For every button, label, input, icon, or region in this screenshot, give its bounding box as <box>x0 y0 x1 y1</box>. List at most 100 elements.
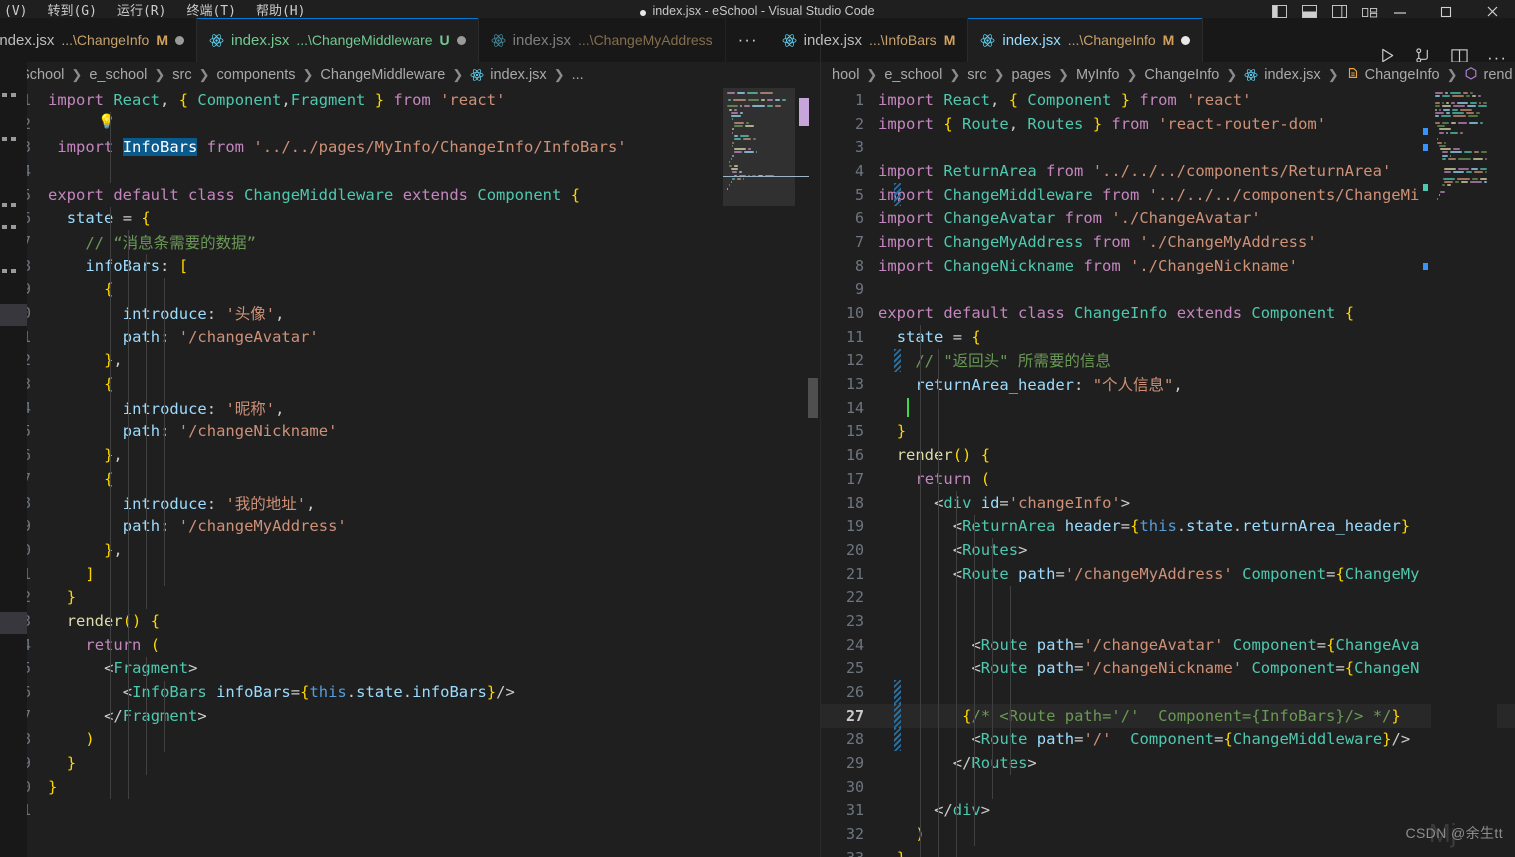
code-line[interactable]: 8 import ChangeNickname from './ChangeNic… <box>820 254 1515 278</box>
explorer-row[interactable] <box>0 282 27 304</box>
code-line[interactable]: 26 <InfoBars infoBars={this.state.infoBa… <box>0 680 820 704</box>
editor-group-divider[interactable] <box>820 18 821 857</box>
code-line[interactable]: 4 import ReturnArea from '../../../compon… <box>820 159 1515 183</box>
breadcrumb-item-file[interactable]: index.jsx <box>468 67 548 83</box>
toggle-secondary-sidebar-icon[interactable] <box>1332 5 1347 18</box>
breadcrumb-item[interactable]: hool <box>830 67 861 83</box>
tab-infobars[interactable]: index.jsx ...\InfoBars M <box>770 18 969 62</box>
code-line[interactable]: 17 return ( <box>820 467 1515 491</box>
code-line[interactable]: 29 } <box>0 751 820 775</box>
code-line[interactable]: 15 path: '/changeNickname' <box>0 420 820 444</box>
code-line[interactable]: 24 <Route path='/changeAvatar' Component… <box>820 633 1515 657</box>
code-line[interactable]: 13 { <box>0 372 820 396</box>
code-line[interactable]: 11 state = { <box>820 325 1515 349</box>
code-line[interactable]: 28 ) <box>0 728 820 752</box>
code-line[interactable]: 4 <box>0 159 820 183</box>
quick-fix-lightbulb-icon[interactable]: 💡 <box>98 115 115 129</box>
menu-item-run[interactable]: 运行(R) <box>117 5 166 18</box>
tab-unsaved-dot-icon[interactable] <box>457 36 466 45</box>
menu-item-terminal[interactable]: 终端(T) <box>186 5 235 18</box>
breadcrumb-item[interactable]: MyInfo <box>1074 67 1122 83</box>
code-line[interactable]: 5 import ChangeMiddleware from '../../../… <box>820 183 1515 207</box>
explorer-row[interactable] <box>0 480 27 502</box>
code-line[interactable]: 25 <Fragment> <box>0 657 820 681</box>
explorer-row[interactable] <box>0 458 27 480</box>
code-line[interactable]: 27 </Fragment> <box>0 704 820 728</box>
tab-changeinfo-right[interactable]: index.jsx ...\ChangeInfo M <box>968 18 1203 62</box>
breadcrumb-item[interactable]: ChangeMiddleware <box>318 67 447 83</box>
code-line[interactable]: 1import React, { Component,Fragment } fr… <box>0 88 820 112</box>
customize-layout-icon[interactable] <box>1362 7 1378 18</box>
breadcrumb-item[interactable]: e_school <box>87 67 149 83</box>
toggle-panel-icon[interactable] <box>1302 5 1317 18</box>
explorer-row[interactable] <box>0 524 27 546</box>
code-line[interactable]: 7 // “消息条需要的数据” <box>0 230 820 254</box>
code-line[interactable]: 19 <ReturnArea header={this.state.return… <box>820 514 1515 538</box>
code-line[interactable]: 33 } <box>820 846 1515 857</box>
explorer-row[interactable] <box>0 326 27 348</box>
explorer-row[interactable] <box>0 172 27 194</box>
explorer-row[interactable] <box>0 414 27 436</box>
explorer-row[interactable] <box>0 546 27 568</box>
minimap-slider[interactable] <box>723 88 795 206</box>
maximize-button[interactable] <box>1423 0 1469 18</box>
code-line[interactable]: 19 path: '/changeMyAddress' <box>0 514 820 538</box>
tab-changeinfo-left[interactable]: index.jsx ...\ChangeInfo M <box>0 18 197 62</box>
code-line[interactable]: 3 <box>820 135 1515 159</box>
breadcrumb-item-file[interactable]: index.jsx <box>1242 67 1322 83</box>
code-line[interactable]: 12 }, <box>0 349 820 373</box>
menu-item-goto[interactable]: 转到(G) <box>47 5 96 18</box>
code-line[interactable]: 17 { <box>0 467 820 491</box>
minimap-right[interactable]: Mj <box>1431 88 1497 857</box>
explorer-row[interactable] <box>0 568 27 590</box>
code-line[interactable]: 1 import React, { Component } from 'react… <box>820 88 1515 112</box>
code-line[interactable]: 23 <box>820 609 1515 633</box>
editor-pane-right[interactable]: 1 import React, { Component } from 'react… <box>820 88 1515 857</box>
code-line[interactable]: 21 <Route path='/changeMyAddress' Compon… <box>820 562 1515 586</box>
code-line[interactable]: 18 <div id='changeInfo'> <box>820 491 1515 515</box>
code-line[interactable]: 26 <box>820 680 1515 704</box>
explorer-row[interactable] <box>0 128 27 150</box>
code-line[interactable]: 14 <box>820 396 1515 420</box>
code-line[interactable]: 21 ] <box>0 562 820 586</box>
menu-item-view[interactable]: (V) <box>4 5 27 18</box>
explorer-row-selected[interactable] <box>0 304 27 326</box>
code-line[interactable]: 6 state = { <box>0 206 820 230</box>
window-controls[interactable] <box>1377 0 1515 18</box>
code-line[interactable]: 15 } <box>820 420 1515 444</box>
code-line[interactable]: 13 returnArea_header: "个人信息", <box>820 372 1515 396</box>
code-line[interactable]: 8 infoBars: [ <box>0 254 820 278</box>
menu-bar[interactable]: (V) 转到(G) 运行(R) 终端(T) 帮助(H) <box>0 5 305 18</box>
explorer-row[interactable] <box>0 370 27 392</box>
close-button[interactable] <box>1469 0 1515 18</box>
toggle-primary-sidebar-icon[interactable] <box>1272 5 1287 18</box>
breadcrumb-item[interactable]: e_school <box>882 67 944 83</box>
explorer-row[interactable] <box>0 150 27 172</box>
code-line[interactable]: 2💡 <box>0 112 820 136</box>
breadcrumb-item[interactable]: ChangeInfo <box>1142 67 1221 83</box>
explorer-row[interactable] <box>0 238 27 260</box>
code-line[interactable]: 30 <box>820 775 1515 799</box>
code-content-left[interactable]: 1import React, { Component,Fragment } fr… <box>0 88 820 857</box>
code-line[interactable]: 16 }, <box>0 443 820 467</box>
code-line[interactable]: 22 } <box>0 585 820 609</box>
breadcrumb-item[interactable]: src <box>170 67 193 83</box>
layout-controls[interactable] <box>1272 0 1378 18</box>
breadcrumb-item[interactable]: components <box>215 67 298 83</box>
code-line[interactable]: 31 </div> <box>820 799 1515 823</box>
breadcrumb-item[interactable]: pages <box>1010 67 1054 83</box>
code-content-right[interactable]: 1 import React, { Component } from 'react… <box>820 88 1515 857</box>
code-line[interactable]: 20 }, <box>0 538 820 562</box>
minimap-left[interactable] <box>723 88 809 857</box>
code-line[interactable]: 2 import { Route, Routes } from 'react-ro… <box>820 112 1515 136</box>
code-line[interactable]: 10 export default class ChangeInfo extend… <box>820 301 1515 325</box>
tab-changemyaddress[interactable]: index.jsx ...\ChangeMyAddress <box>479 18 726 62</box>
code-line[interactable]: 31 <box>0 799 820 823</box>
tab-overflow-button[interactable]: ··· <box>726 18 770 62</box>
code-line[interactable]: 20 <Routes> <box>820 538 1515 562</box>
code-line[interactable]: 18 introduce: '我的地址', <box>0 491 820 515</box>
explorer-row[interactable] <box>0 194 27 216</box>
tab-unsaved-dot-icon[interactable] <box>1181 36 1190 45</box>
code-line[interactable]: 12 // "返回头" 所需要的信息 <box>820 349 1515 373</box>
breadcrumb-item-more[interactable]: ... <box>570 67 586 83</box>
